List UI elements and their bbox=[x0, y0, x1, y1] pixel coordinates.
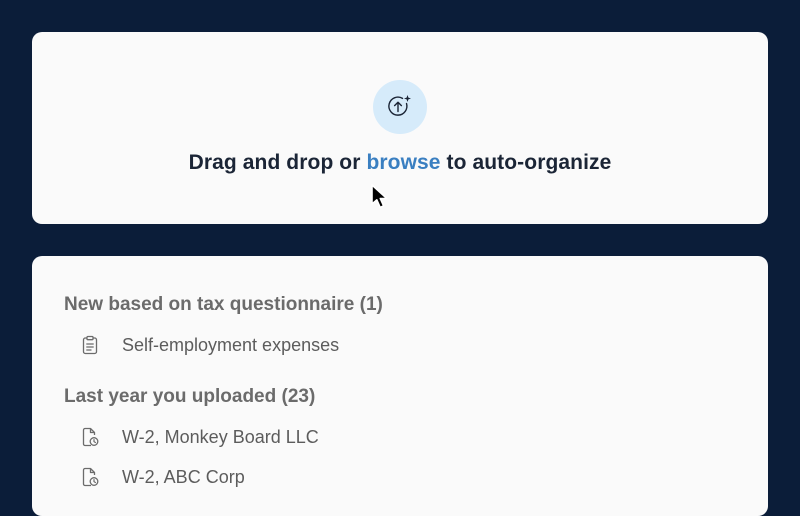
upload-text-after: to auto-organize bbox=[440, 151, 612, 174]
list-item[interactable]: W-2, ABC Corp bbox=[80, 464, 245, 490]
clipboard-icon bbox=[80, 334, 100, 356]
document-clock-icon bbox=[80, 466, 100, 488]
mouse-cursor-icon bbox=[371, 184, 388, 209]
section-title-questionnaire: New based on tax questionnaire (1) bbox=[64, 294, 383, 315]
list-item-label: W-2, ABC Corp bbox=[122, 466, 245, 487]
section-title-last-year: Last year you uploaded (23) bbox=[64, 386, 316, 407]
upload-instructions: Drag and drop or browse to auto-organize bbox=[32, 151, 768, 175]
upload-sparkle-icon[interactable] bbox=[373, 80, 427, 134]
list-item-label: W-2, Monkey Board LLC bbox=[122, 426, 319, 447]
list-item[interactable]: W-2, Monkey Board LLC bbox=[80, 424, 319, 450]
upload-text-before: Drag and drop or bbox=[188, 151, 367, 174]
list-item[interactable]: Self-employment expenses bbox=[80, 332, 339, 358]
upload-dropzone[interactable]: Drag and drop or browse to auto-organize bbox=[32, 32, 768, 224]
documents-list-card: New based on tax questionnaire (1) Self-… bbox=[32, 256, 768, 516]
list-item-label: Self-employment expenses bbox=[122, 334, 340, 355]
document-clock-icon bbox=[80, 426, 100, 448]
browse-link[interactable]: browse bbox=[366, 151, 440, 174]
